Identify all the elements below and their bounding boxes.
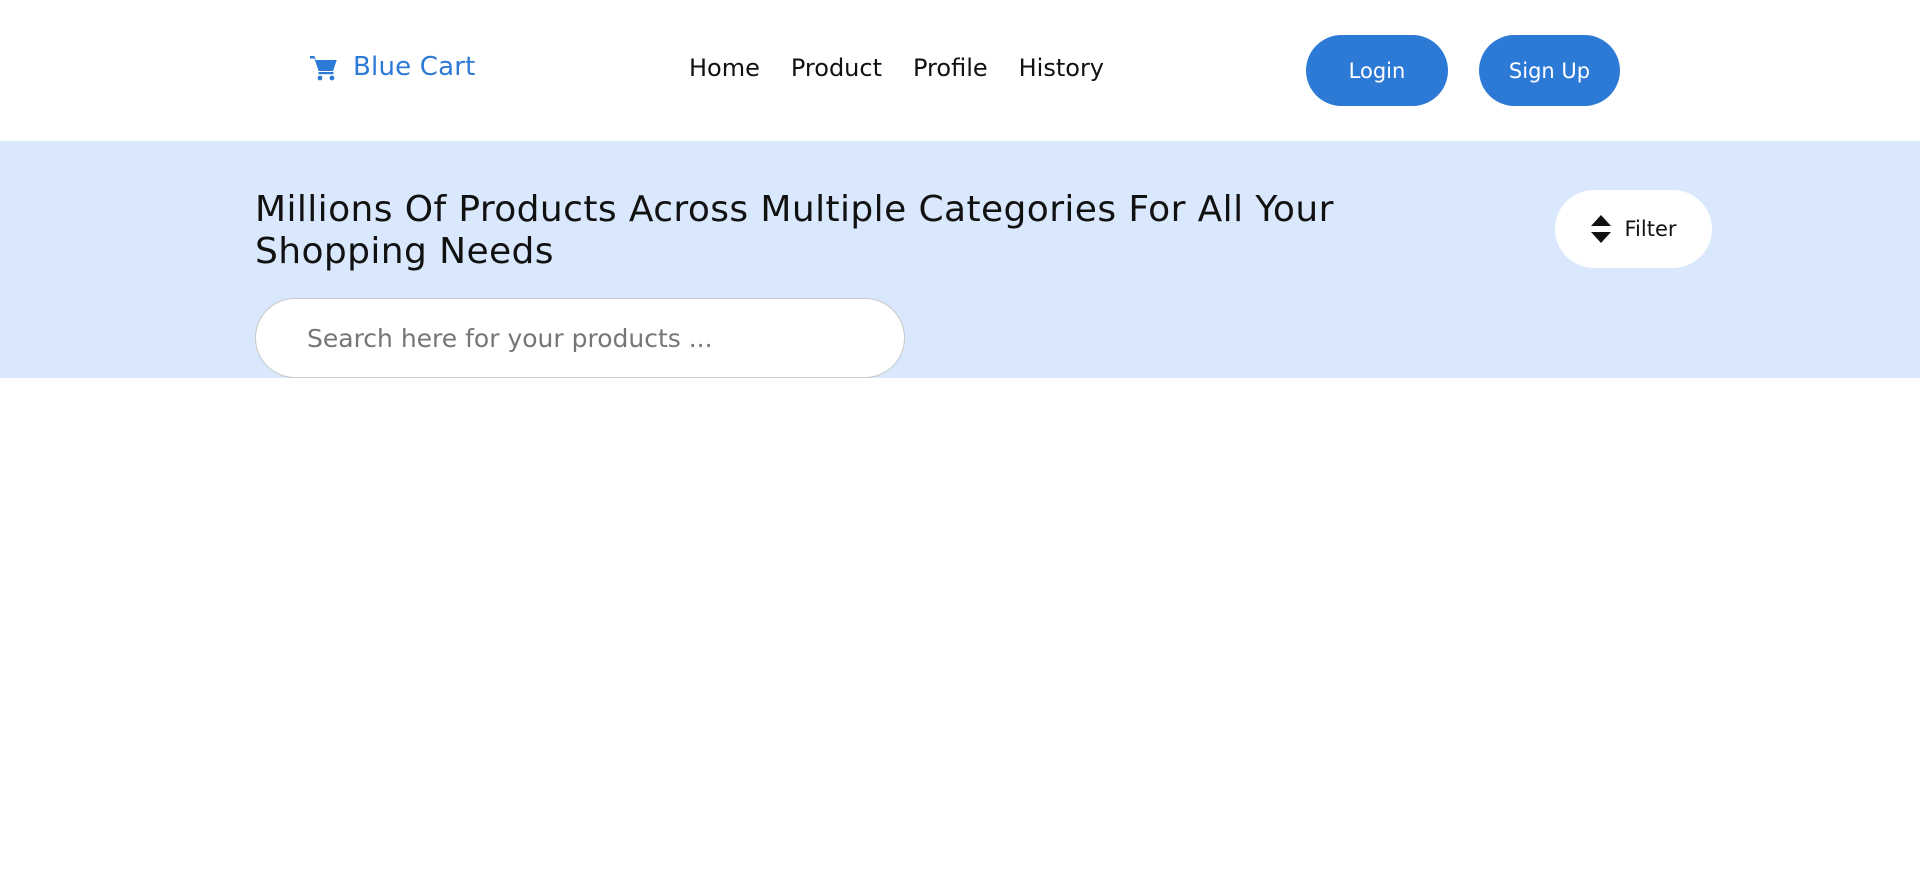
- top-navbar: Blue Cart Home Product Profile History L…: [0, 0, 1920, 141]
- hero-title: Millions Of Products Across Multiple Cat…: [255, 189, 1334, 272]
- nav-link-product[interactable]: Product: [791, 54, 882, 82]
- login-button[interactable]: Login: [1306, 35, 1448, 106]
- filter-button[interactable]: Filter: [1555, 190, 1712, 268]
- main-nav: Home Product Profile History: [689, 54, 1104, 82]
- nav-link-profile[interactable]: Profile: [913, 54, 988, 82]
- filter-label: Filter: [1624, 217, 1677, 241]
- sort-icon: [1591, 215, 1612, 243]
- nav-link-history[interactable]: History: [1019, 54, 1104, 82]
- brand-logo[interactable]: Blue Cart: [309, 52, 476, 82]
- brand-name: Blue Cart: [353, 52, 476, 82]
- search-input[interactable]: [255, 298, 905, 378]
- nav-link-home[interactable]: Home: [689, 54, 760, 82]
- cart-icon: [310, 56, 337, 81]
- sign-up-button[interactable]: Sign Up: [1479, 35, 1620, 106]
